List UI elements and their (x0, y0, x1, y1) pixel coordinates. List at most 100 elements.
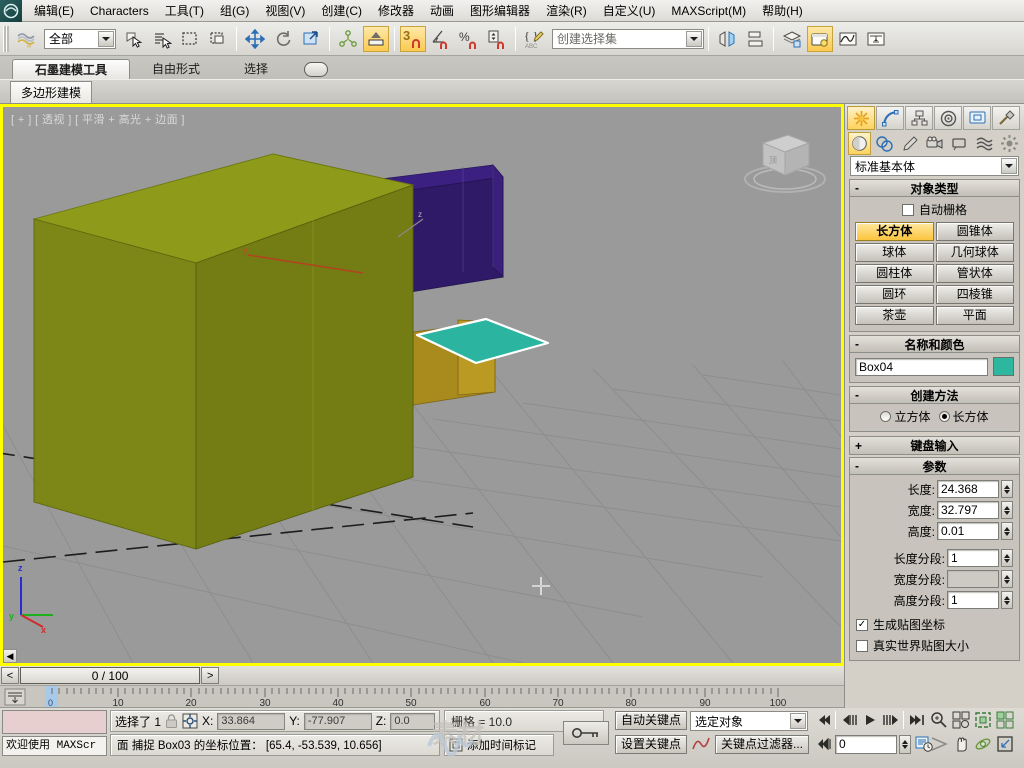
chevron-down-icon[interactable] (686, 30, 702, 47)
key-filters-button[interactable]: 关键点过滤器... (715, 735, 809, 754)
parameter-curve-icon[interactable] (690, 734, 712, 754)
key-mode-toggle-icon[interactable] (812, 734, 833, 754)
geometry-icon[interactable] (848, 131, 871, 155)
length-segs-spinner[interactable] (1001, 549, 1013, 567)
real-world-map-size-checkbox[interactable] (856, 639, 868, 652)
select-and-rotate-icon[interactable] (270, 26, 296, 52)
rollout-name-and-color-header[interactable]: - 名称和颜色 (850, 336, 1019, 353)
schematic-view-icon[interactable] (863, 26, 889, 52)
menu-item-group[interactable]: 组(G) (212, 1, 257, 21)
space-warps-icon[interactable] (973, 132, 996, 155)
rectangular-select-region-icon[interactable] (177, 26, 203, 52)
object-type-teapot-button[interactable]: 茶壶 (855, 306, 934, 325)
length-spinner[interactable] (1001, 480, 1013, 498)
generate-mapping-coords-row[interactable]: ✓ 生成贴图坐标 (856, 616, 1013, 633)
length-segs-field[interactable]: 1 (947, 549, 999, 567)
menu-item-edit[interactable]: 编辑(E) (26, 1, 82, 21)
current-frame-spinner[interactable] (899, 734, 911, 754)
menu-item-rendering[interactable]: 渲染(R) (538, 1, 595, 21)
tab-freeform[interactable]: 自由形式 (130, 59, 222, 80)
object-color-swatch[interactable] (993, 357, 1014, 376)
shapes-icon[interactable] (873, 132, 896, 155)
rollout-keyboard-entry-header[interactable]: + 键盘输入 (850, 437, 1019, 454)
creation-method-box-option[interactable]: 长方体 (938, 408, 989, 425)
menu-item-tools[interactable]: 工具(T) (157, 1, 212, 21)
angle-snap-icon[interactable] (428, 26, 454, 52)
maximize-viewport-icon[interactable] (994, 734, 1015, 754)
material-editor-icon[interactable] (807, 25, 833, 52)
goto-start-icon[interactable] (812, 710, 833, 730)
chevron-down-icon[interactable] (98, 30, 114, 47)
height-segs-spinner[interactable] (1001, 591, 1013, 609)
zoom-icon[interactable] (928, 710, 949, 730)
menu-item-help[interactable]: 帮助(H) (754, 1, 811, 21)
select-by-name-icon[interactable] (149, 26, 175, 52)
set-keys-key-icon[interactable] (563, 721, 609, 745)
zoom-all-icon[interactable] (950, 710, 971, 730)
object-type-cylinder-button[interactable]: 圆柱体 (855, 264, 934, 283)
rollout-toggle[interactable]: - (855, 181, 859, 195)
menu-item-animation[interactable]: 动画 (422, 1, 462, 21)
rollout-toggle[interactable]: - (855, 459, 859, 473)
autogrid-checkbox[interactable] (901, 203, 914, 216)
utilities-tab[interactable] (992, 106, 1020, 130)
viewport-scroll-left-icon[interactable]: ◀ (3, 649, 17, 663)
perspective-viewport[interactable]: y z 顶 z y x [+] [透视] [平滑 + 高光 + 边面 … (0, 104, 844, 666)
chevron-down-icon[interactable] (790, 713, 806, 729)
time-slider-handle[interactable]: 0 / 100 (20, 667, 201, 684)
track-bar[interactable]: 10 20 30 40 50 60 70 80 90 100 0 (0, 686, 844, 708)
lock-icon[interactable] (165, 713, 178, 729)
menu-item-customize[interactable]: 自定义(U) (595, 1, 664, 21)
height-field[interactable]: 0.01 (937, 522, 999, 540)
time-tag-icon[interactable] (449, 738, 463, 752)
chevron-down-icon[interactable] (1001, 158, 1017, 174)
height-spinner[interactable] (1001, 522, 1013, 540)
menu-item-create[interactable]: 创建(C) (313, 1, 370, 21)
panel-tab-polygon-modeling[interactable]: 多边形建模 (10, 81, 93, 103)
width-segs-field[interactable] (947, 570, 999, 588)
object-type-plane-button[interactable]: 平面 (935, 306, 1014, 325)
object-type-torus-button[interactable]: 圆环 (855, 285, 934, 304)
set-key-toggle-panel[interactable] (560, 710, 612, 756)
rollout-parameters-header[interactable]: - 参数 (850, 458, 1019, 475)
coord-x-field[interactable]: 33.864 (217, 712, 286, 730)
mirror-icon[interactable] (714, 26, 740, 52)
selection-filter-combo[interactable]: 全部 (44, 28, 116, 49)
select-object-icon[interactable] (121, 26, 147, 52)
cameras-icon[interactable] (923, 132, 946, 155)
previous-frame-button[interactable]: < (1, 667, 19, 684)
mini-listener-field[interactable] (2, 710, 107, 734)
pan-icon[interactable] (950, 734, 971, 754)
app-logo-icon[interactable] (0, 0, 22, 22)
field-of-view-icon[interactable] (928, 734, 949, 754)
height-segs-field[interactable]: 1 (947, 591, 999, 609)
real-world-map-size-row[interactable]: 真实世界贴图大小 (856, 637, 1013, 654)
percent-snap-icon[interactable]: % (456, 26, 482, 52)
generate-mapping-coords-checkbox[interactable]: ✓ (856, 618, 868, 631)
snap-toggle-icon[interactable]: 3 (400, 25, 426, 52)
rollout-object-type-header[interactable]: - 对象类型 (850, 180, 1019, 197)
rollout-creation-method-header[interactable]: - 创建方法 (850, 387, 1019, 404)
modify-tab[interactable] (876, 106, 904, 130)
spinner-snap-icon[interactable] (484, 26, 510, 52)
chevron-down-icon[interactable] (304, 62, 329, 77)
key-mode-combo[interactable]: 选定对象 (690, 711, 808, 731)
undo-view-icon[interactable]: ∞ (13, 26, 39, 52)
menu-item-graph-editors[interactable]: 图形编辑器 (462, 1, 538, 21)
length-field[interactable]: 24.368 (937, 480, 999, 498)
rollout-toggle[interactable]: - (855, 388, 859, 402)
object-type-cone-button[interactable]: 圆锥体 (935, 222, 1014, 241)
use-pivot-center-icon[interactable] (363, 25, 389, 52)
width-field[interactable]: 32.797 (937, 501, 999, 519)
align-icon[interactable] (742, 26, 768, 52)
select-and-link-icon[interactable] (335, 26, 361, 52)
motion-tab[interactable] (934, 106, 962, 130)
goto-end-icon[interactable] (906, 710, 927, 730)
next-frame-button[interactable]: > (201, 667, 220, 684)
rollout-toggle[interactable]: + (855, 439, 862, 453)
toolbar-grip[interactable] (3, 25, 9, 52)
set-key-button[interactable]: 设置关键点 (615, 735, 687, 754)
width-spinner[interactable] (1001, 501, 1013, 519)
tab-graphite-modeling-tools[interactable]: 石墨建模工具 (12, 59, 131, 80)
edit-named-selection-icon[interactable]: { } ABC (521, 26, 547, 52)
